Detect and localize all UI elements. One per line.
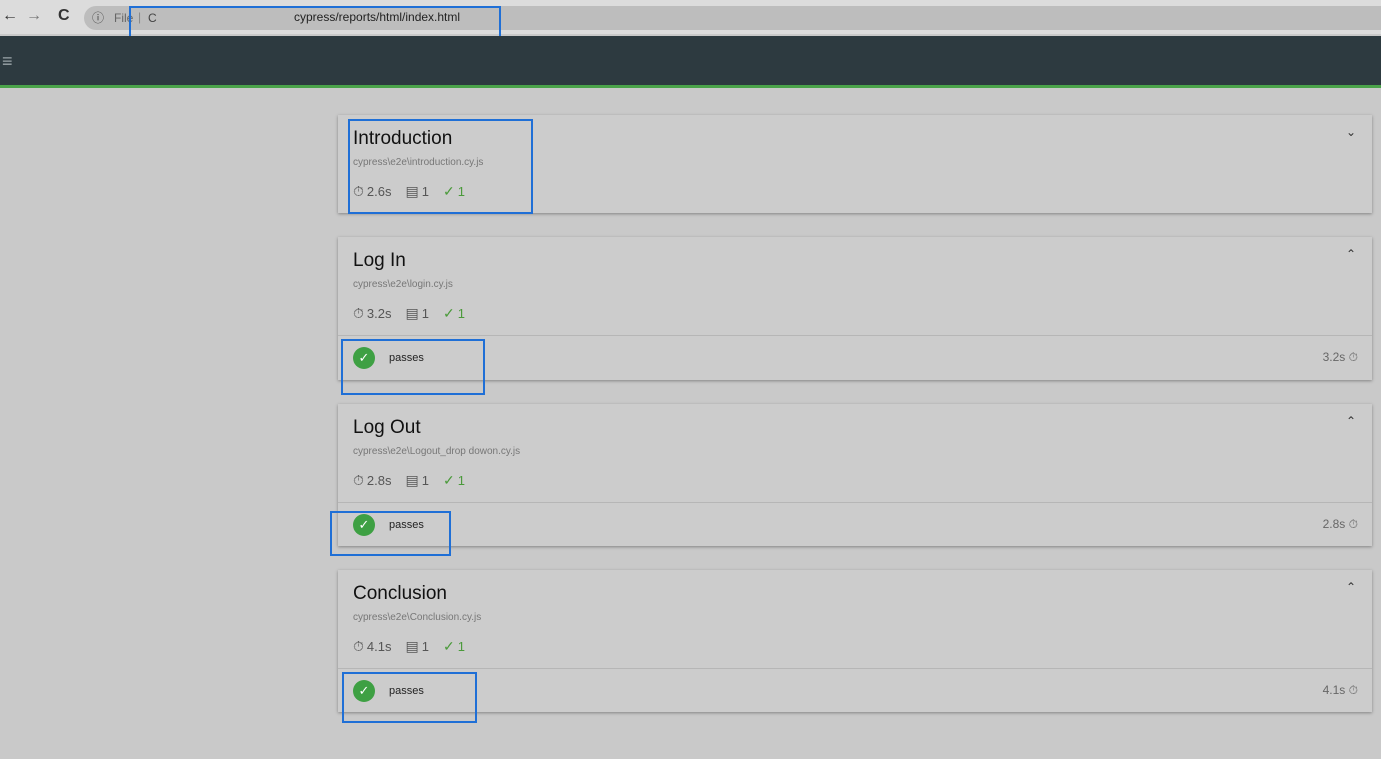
duration-stat: ⏱ 4.1s	[353, 638, 392, 655]
tests-count: 1	[421, 639, 429, 654]
suite-title: Log Out	[353, 417, 421, 438]
suite-card-login: Log In cypress\e2e\login.cy.js ⏱ 3.2s ▤ 1 …	[338, 237, 1372, 380]
timer-icon: ⏱	[353, 638, 364, 654]
passes-stat: ✓ 1	[443, 638, 465, 655]
menu-icon[interactable]: ≡	[2, 51, 13, 72]
timer-icon: ⏱	[353, 305, 364, 321]
tests-count: 1	[421, 306, 429, 321]
test-duration: 4.1s ⏱	[1322, 683, 1358, 697]
highlight-box	[348, 119, 533, 214]
suite-title: Log In	[353, 250, 406, 271]
tests-stat: ▤ 1	[406, 305, 429, 322]
back-arrow-icon[interactable]: ←	[2, 6, 18, 26]
test-row[interactable]: ✓ passes 2.8s ⏱	[338, 502, 1372, 546]
chevron-up-icon[interactable]: ⌃	[1346, 414, 1356, 428]
info-icon[interactable]: ⓘ	[92, 9, 104, 26]
highlight-box	[330, 511, 451, 556]
suite-header[interactable]: Log In cypress\e2e\login.cy.js ⏱ 3.2s ▤ 1 …	[338, 237, 1372, 335]
highlight-box	[342, 672, 477, 723]
passes-count: 1	[457, 639, 465, 654]
suite-stats: ⏱ 2.8s ▤ 1 ✓ 1	[353, 472, 479, 489]
suite-stats: ⏱ 4.1s ▤ 1 ✓ 1	[353, 638, 479, 655]
chevron-down-icon[interactable]: ⌄	[1346, 125, 1356, 139]
duration-value: 3.2s	[366, 306, 392, 321]
suite-header[interactable]: Log Out cypress\e2e\Logout_drop dowon.cy…	[338, 404, 1372, 502]
suite-title: Conclusion	[353, 583, 447, 604]
chevron-up-icon[interactable]: ⌃	[1346, 247, 1356, 261]
clipboard-icon: ▤	[405, 472, 419, 488]
test-row[interactable]: ✓ passes 4.1s ⏱	[338, 668, 1372, 712]
timer-icon: ⏱	[1348, 517, 1358, 531]
duration-stat: ⏱ 2.8s	[353, 472, 392, 489]
tests-stat: ▤ 1	[406, 472, 429, 489]
duration-stat: ⏱ 3.2s	[353, 305, 392, 322]
duration-value: 4.1s	[366, 639, 392, 654]
suite-card-logout: Log Out cypress\e2e\Logout_drop dowon.cy…	[338, 404, 1372, 546]
suite-file-path: cypress\e2e\Conclusion.cy.js	[353, 612, 482, 623]
clipboard-icon: ▤	[405, 638, 419, 654]
tests-stat: ▤ 1	[406, 638, 429, 655]
test-duration: 3.2s ⏱	[1322, 350, 1358, 364]
passes-count: 1	[457, 306, 465, 321]
forward-arrow-icon[interactable]: →	[26, 6, 42, 26]
chevron-up-icon[interactable]: ⌃	[1346, 580, 1356, 594]
passes-stat: ✓ 1	[443, 305, 465, 322]
report-header: ≡	[0, 36, 1381, 88]
check-icon: ✓	[442, 305, 455, 321]
clipboard-icon: ▤	[405, 305, 419, 321]
check-icon: ✓	[442, 472, 455, 488]
test-row[interactable]: ✓ passes 3.2s ⏱	[338, 335, 1372, 379]
suite-card-conclusion: Conclusion cypress\e2e\Conclusion.cy.js …	[338, 570, 1372, 712]
test-duration: 2.8s ⏱	[1322, 517, 1358, 531]
timer-icon: ⏱	[353, 472, 364, 488]
passes-count: 1	[457, 473, 465, 488]
highlight-box	[341, 339, 485, 395]
reload-icon[interactable]: C	[58, 6, 70, 26]
check-icon: ✓	[442, 638, 455, 654]
suite-file-path: cypress\e2e\Logout_drop dowon.cy.js	[353, 446, 521, 457]
suite-stats: ⏱ 3.2s ▤ 1 ✓ 1	[353, 305, 479, 322]
suite-file-path: cypress\e2e\login.cy.js	[353, 279, 453, 290]
passes-stat: ✓ 1	[443, 472, 465, 489]
tests-count: 1	[421, 473, 429, 488]
timer-icon: ⏱	[1348, 350, 1358, 364]
timer-icon: ⏱	[1348, 683, 1358, 697]
duration-value: 2.8s	[366, 473, 392, 488]
suite-header[interactable]: Conclusion cypress\e2e\Conclusion.cy.js …	[338, 570, 1372, 668]
